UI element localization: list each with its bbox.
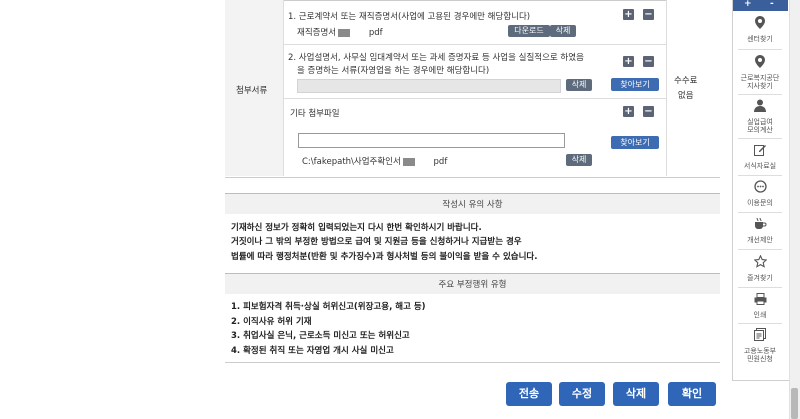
- attachment-2-title-line1: 2. 사업설명서, 사무실 임대계약서 또는 과세 증명자료 등 사업을 실질적…: [288, 53, 584, 63]
- fraud-item-2: 2. 이직사유 허위 기재: [231, 317, 312, 327]
- printer-icon: [734, 293, 786, 309]
- edit-icon: [734, 144, 786, 160]
- divider: [738, 94, 782, 95]
- divider: [738, 49, 782, 50]
- person-icon: [734, 99, 786, 116]
- attachment-3-file-ext: pdf: [433, 157, 448, 167]
- delete-button[interactable]: 삭제: [613, 382, 659, 406]
- zoom-in-button[interactable]: +: [744, 0, 752, 9]
- cup-icon: [734, 217, 786, 234]
- attachment-3-file-input[interactable]: [298, 133, 565, 148]
- map-pin-icon: [734, 55, 786, 72]
- fee-label: 수수료 없음: [674, 76, 698, 101]
- quick-menu-zoom-bar: [733, 0, 788, 11]
- confirm-button[interactable]: 확인: [668, 382, 716, 406]
- page: 첨부서류 수수료 없음 1. 근로계약서 또는 재직증명서(사업에 고용된 경우…: [0, 0, 800, 419]
- attachment-2-delete-button[interactable]: 삭제: [566, 79, 592, 91]
- fraud-item-3: 3. 취업사실 은닉, 근로소득 미신고 또는 허위신고: [231, 331, 410, 341]
- attachment-1-file-name: 재직증명서: [297, 28, 337, 38]
- sidebar-item-label: 근로복지공단 지사찾기: [740, 74, 780, 90]
- star-icon: [734, 254, 786, 272]
- sidebar-item-label: 실업급여 모의계산: [747, 118, 773, 134]
- sidebar-item-suggestion[interactable]: 개선제안: [734, 217, 786, 244]
- attachment-2-title-line2: 을 증명하는 서류(자영업을 하는 경우에만 해당합니다): [297, 66, 490, 76]
- document-icon: [734, 328, 786, 345]
- divider: [738, 249, 782, 250]
- attachment-2-remove-button[interactable]: −: [643, 56, 654, 67]
- chat-icon: [734, 180, 786, 197]
- attachment-3-title: 기타 첨부파일: [290, 109, 340, 119]
- send-button[interactable]: 전송: [506, 382, 552, 406]
- attachment-3-delete-button[interactable]: 삭제: [566, 154, 592, 166]
- attachment-1-file-ext: pdf: [368, 28, 383, 38]
- attachment-3-file: C:\fakepath\사업주확인서 pdf: [302, 155, 447, 167]
- attachment-1-remove-button[interactable]: −: [643, 9, 654, 20]
- sidebar-item-label: 개선제안: [747, 236, 773, 244]
- sidebar-item-inquiry[interactable]: 이용문의: [734, 180, 786, 207]
- notice-line-3: 법률에 따라 행정처분(반환 및 추가징수)과 형사처벌 등의 불이익을 받을 …: [231, 252, 538, 262]
- sidebar-item-label: 인쇄: [753, 311, 767, 319]
- attachment-3-browse-button[interactable]: 찾아보기: [611, 136, 659, 149]
- section-divider: [225, 362, 720, 363]
- sidebar-item-label: 고용노동부 민원신청: [743, 347, 777, 363]
- sidebar-item-benefit-calculator[interactable]: 실업급여 모의계산: [734, 99, 786, 134]
- scrollbar-thumb[interactable]: [791, 388, 798, 419]
- attachment-1-add-button[interactable]: +: [623, 9, 634, 20]
- attachment-2-file-field[interactable]: [297, 79, 561, 93]
- row-divider: [283, 44, 666, 45]
- row-divider: [283, 98, 666, 99]
- sidebar-item-label: 즐겨찾기: [747, 274, 773, 282]
- divider: [738, 175, 782, 176]
- sidebar-item-label: 센터찾기: [747, 35, 773, 43]
- fraud-item-1: 1. 피보험자격 취득·상실 허위신고(위장고용, 해고 등): [231, 302, 426, 312]
- attachment-3-file-path: C:\fakepath\사업주확인서: [302, 157, 401, 167]
- sidebar-item-label: 서식자료실: [743, 162, 777, 170]
- redacted-block: [402, 157, 415, 166]
- attachment-2-browse-button[interactable]: 찾아보기: [611, 78, 659, 91]
- sidebar-item-civil-petition[interactable]: 고용노동부 민원신청: [734, 328, 786, 363]
- fraud-heading: 주요 부정행위 유형: [438, 280, 507, 290]
- attachment-1-file: 재직증명서 pdf: [297, 26, 383, 38]
- notice-line-2: 거짓이나 그 밖의 부정한 방법으로 급여 및 지원금 등을 신청하거나 지급받…: [231, 237, 522, 247]
- attachment-1-download-button[interactable]: 다운로드: [508, 25, 550, 37]
- notice-line-1: 기재하신 정보가 정확히 입력되었는지 다시 한번 확인하시기 바랍니다.: [231, 223, 482, 233]
- sidebar-item-label: 이용문의: [747, 199, 773, 207]
- sidebar-item-print[interactable]: 인쇄: [734, 293, 786, 319]
- map-pin-icon: [734, 16, 786, 33]
- attachments-section-label: 첨부서류: [236, 86, 268, 96]
- divider: [738, 138, 782, 139]
- sidebar-item-branch-search[interactable]: 근로복지공단 지사찾기: [734, 55, 786, 90]
- sidebar-item-forms[interactable]: 서식자료실: [734, 144, 786, 170]
- attachment-3-remove-button[interactable]: −: [643, 106, 654, 117]
- scrollbar-track[interactable]: [789, 0, 800, 419]
- fraud-item-4: 4. 확정된 취직 또는 자영업 개시 사실 미신고: [231, 346, 394, 356]
- attachment-3-add-button[interactable]: +: [623, 106, 634, 117]
- zoom-out-button[interactable]: -: [770, 0, 774, 9]
- divider: [738, 323, 782, 324]
- attachment-1-delete-button[interactable]: 삭제: [550, 25, 576, 37]
- divider: [738, 212, 782, 213]
- attachment-2-add-button[interactable]: +: [623, 56, 634, 67]
- attachment-1-title: 1. 근로계약서 또는 재직증명서(사업에 고용된 경우에만 해당합니다): [288, 12, 531, 22]
- notice-heading: 작성시 유의 사항: [442, 200, 503, 210]
- redacted-block: [338, 28, 351, 37]
- sidebar-item-favorites[interactable]: 즐겨찾기: [734, 254, 786, 282]
- sidebar-item-center-search[interactable]: 센터찾기: [734, 16, 786, 43]
- edit-button[interactable]: 수정: [559, 382, 605, 406]
- divider: [738, 287, 782, 288]
